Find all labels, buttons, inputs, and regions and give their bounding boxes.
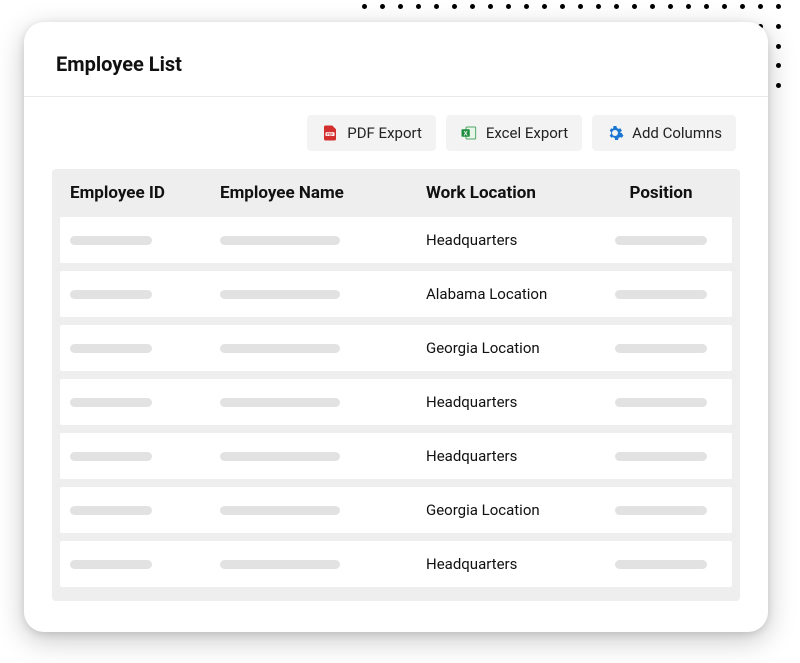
cell-employee-id <box>70 560 220 569</box>
skeleton-placeholder <box>220 236 340 245</box>
column-header-work-location[interactable]: Work Location <box>410 183 600 203</box>
cell-employee-name <box>220 506 410 515</box>
svg-text:X: X <box>463 131 467 137</box>
cell-work-location: Georgia Location <box>410 501 600 519</box>
gear-icon <box>606 124 624 142</box>
toolbar: PDF PDF Export X Excel Export Add Col <box>24 115 768 169</box>
cell-employee-id <box>70 452 220 461</box>
cell-work-location: Headquarters <box>410 393 600 411</box>
cell-employee-id <box>70 236 220 245</box>
cell-employee-name <box>220 398 410 407</box>
page-title: Employee List <box>24 52 768 96</box>
excel-export-button[interactable]: X Excel Export <box>446 115 582 151</box>
skeleton-placeholder <box>70 398 152 407</box>
add-columns-label: Add Columns <box>632 124 722 142</box>
cell-employee-id <box>70 398 220 407</box>
cell-employee-name <box>220 560 410 569</box>
column-header-position[interactable]: Position <box>600 183 722 203</box>
skeleton-placeholder <box>70 236 152 245</box>
skeleton-placeholder <box>220 560 340 569</box>
skeleton-placeholder <box>70 560 152 569</box>
skeleton-placeholder <box>615 290 707 299</box>
table-row[interactable]: Headquarters <box>60 217 732 263</box>
pdf-icon: PDF <box>321 124 339 142</box>
table-row[interactable]: Headquarters <box>60 541 732 587</box>
cell-employee-id <box>70 506 220 515</box>
cell-employee-id <box>70 344 220 353</box>
cell-position <box>600 236 722 245</box>
skeleton-placeholder <box>615 236 707 245</box>
pdf-export-label: PDF Export <box>347 124 422 142</box>
column-header-employee-name[interactable]: Employee Name <box>220 183 410 203</box>
cell-position <box>600 290 722 299</box>
table-row[interactable]: Headquarters <box>60 379 732 425</box>
table-row[interactable]: Headquarters <box>60 433 732 479</box>
skeleton-placeholder <box>615 344 707 353</box>
cell-work-location: Headquarters <box>410 555 600 573</box>
excel-export-label: Excel Export <box>486 124 568 142</box>
skeleton-placeholder <box>70 452 152 461</box>
cell-position <box>600 398 722 407</box>
cell-position <box>600 344 722 353</box>
column-header-employee-id[interactable]: Employee ID <box>70 183 220 203</box>
skeleton-placeholder <box>70 344 152 353</box>
skeleton-placeholder <box>220 506 340 515</box>
skeleton-placeholder <box>70 290 152 299</box>
cell-position <box>600 506 722 515</box>
table-header-row: Employee ID Employee Name Work Location … <box>52 169 740 217</box>
cell-employee-id <box>70 290 220 299</box>
add-columns-button[interactable]: Add Columns <box>592 115 736 151</box>
excel-icon: X <box>460 124 478 142</box>
svg-text:PDF: PDF <box>327 132 334 136</box>
cell-work-location: Headquarters <box>410 231 600 249</box>
cell-work-location: Georgia Location <box>410 339 600 357</box>
cell-work-location: Headquarters <box>410 447 600 465</box>
skeleton-placeholder <box>615 398 707 407</box>
skeleton-placeholder <box>220 452 340 461</box>
divider <box>24 96 768 97</box>
table-row[interactable]: Alabama Location <box>60 271 732 317</box>
cell-employee-name <box>220 236 410 245</box>
skeleton-placeholder <box>615 560 707 569</box>
cell-employee-name <box>220 290 410 299</box>
cell-work-location: Alabama Location <box>410 285 600 303</box>
employee-table: Employee ID Employee Name Work Location … <box>52 169 740 601</box>
cell-employee-name <box>220 452 410 461</box>
skeleton-placeholder <box>220 398 340 407</box>
table-row[interactable]: Georgia Location <box>60 325 732 371</box>
cell-position <box>600 452 722 461</box>
skeleton-placeholder <box>220 344 340 353</box>
cell-position <box>600 560 722 569</box>
pdf-export-button[interactable]: PDF PDF Export <box>307 115 436 151</box>
skeleton-placeholder <box>615 506 707 515</box>
cell-employee-name <box>220 344 410 353</box>
skeleton-placeholder <box>70 506 152 515</box>
skeleton-placeholder <box>615 452 707 461</box>
table-row[interactable]: Georgia Location <box>60 487 732 533</box>
skeleton-placeholder <box>220 290 340 299</box>
employee-list-card: Employee List PDF PDF Export X Excel <box>24 22 768 632</box>
